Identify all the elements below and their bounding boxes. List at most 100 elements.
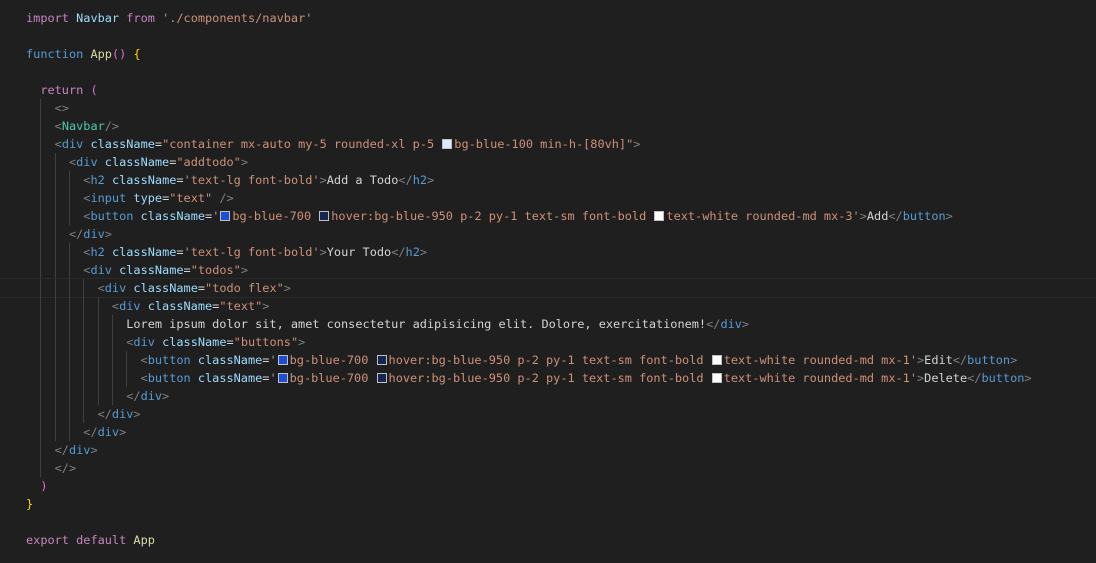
code-line[interactable]: <h2 className='text-lg font-bold'>Your T… [0, 243, 1096, 261]
indent-guide [54, 261, 56, 279]
color-swatch [277, 355, 288, 365]
indent-guide [40, 387, 42, 405]
color-swatch [277, 373, 288, 383]
code-line[interactable]: export default App [0, 531, 1096, 549]
indent-guide [68, 369, 70, 387]
indent-guide [68, 279, 70, 297]
code-line[interactable]: <div className="buttons"> [0, 333, 1096, 351]
code-area[interactable]: import Navbar from './components/navbar'… [0, 9, 1096, 549]
line-text: <h2 className='text-lg font-bold'>Add a … [83, 173, 435, 187]
code-line[interactable]: </div> [0, 225, 1096, 243]
indent-guide [68, 405, 70, 423]
indent-guide [83, 297, 85, 315]
code-line[interactable]: </div> [0, 423, 1096, 441]
indent-guide [83, 279, 85, 297]
code-line[interactable]: <button className=' bg-blue-700 hover:bg-… [0, 369, 1096, 387]
line-text: <> [54, 101, 69, 115]
indent-guide [40, 117, 42, 135]
code-line-active[interactable]: <div className="todo flex"> [0, 278, 1096, 298]
line-text: </div> [68, 227, 112, 241]
indent-guide [68, 333, 70, 351]
line-text: import Navbar from './components/navbar' [26, 11, 313, 25]
indent-guide [68, 207, 70, 225]
line-text: <h2 className='text-lg font-bold'>Your T… [83, 245, 428, 259]
line-text: } [26, 497, 34, 511]
color-swatch [711, 355, 722, 365]
indent-guide [83, 369, 85, 387]
color-swatch [711, 373, 722, 383]
code-line[interactable]: <h2 className='text-lg font-bold'>Add a … [0, 171, 1096, 189]
indent-guide [40, 405, 42, 423]
line-text: <div className="container mx-auto my-5 r… [54, 137, 641, 151]
line-text: </div> [54, 443, 98, 457]
code-line[interactable]: return ( [0, 81, 1096, 99]
indent-guide [97, 351, 99, 369]
code-line[interactable]: <input type="text" /> [0, 189, 1096, 207]
indent-guide [40, 171, 42, 189]
code-line[interactable] [0, 63, 1096, 81]
indent-guide [54, 171, 56, 189]
code-line[interactable] [0, 513, 1096, 531]
code-line[interactable]: Lorem ipsum dolor sit, amet consectetur … [0, 315, 1096, 333]
code-line[interactable]: </> [0, 459, 1096, 477]
indent-guide [97, 333, 99, 351]
code-line[interactable] [0, 27, 1096, 45]
code-line[interactable]: } [0, 495, 1096, 513]
indent-guide [54, 207, 56, 225]
code-line[interactable]: </div> [0, 387, 1096, 405]
code-line[interactable]: ) [0, 477, 1096, 495]
indent-guide [83, 315, 85, 333]
indent-guide [40, 315, 42, 333]
indent-guide [54, 225, 56, 243]
indent-guide [111, 387, 113, 405]
indent-guide [40, 135, 42, 153]
indent-guide [83, 351, 85, 369]
indent-guide [40, 297, 42, 315]
code-line[interactable]: <div className="todos"> [0, 261, 1096, 279]
code-editor[interactable]: import Navbar from './components/navbar'… [0, 0, 1096, 563]
indent-guide [54, 423, 56, 441]
code-line[interactable]: <button className=' bg-blue-700 hover:bg-… [0, 207, 1096, 225]
indent-guide [54, 297, 56, 315]
color-swatch [376, 373, 387, 383]
line-text: <button className=' bg-blue-700 hover:bg-… [140, 353, 1018, 367]
indent-guide [68, 189, 70, 207]
indent-guide [111, 369, 113, 387]
indent-guide [68, 387, 70, 405]
indent-guide [40, 351, 42, 369]
code-line[interactable]: function App() { [0, 45, 1096, 63]
line-text: Lorem ipsum dolor sit, amet consectetur … [126, 317, 750, 331]
line-text: <div className="text"> [111, 299, 270, 313]
indent-guide [40, 333, 42, 351]
indent-guide [54, 315, 56, 333]
indent-guide [54, 189, 56, 207]
code-line[interactable]: </div> [0, 405, 1096, 423]
indent-guide [111, 333, 113, 351]
indent-guide [40, 369, 42, 387]
indent-guide [40, 153, 42, 171]
code-line[interactable]: <div className="addtodo"> [0, 153, 1096, 171]
indent-guide [83, 333, 85, 351]
code-line[interactable]: <Navbar/> [0, 117, 1096, 135]
line-text: </> [54, 461, 77, 475]
code-line[interactable]: <> [0, 99, 1096, 117]
indent-guide [97, 369, 99, 387]
code-line[interactable]: import Navbar from './components/navbar' [0, 9, 1096, 27]
code-line[interactable]: <button className=' bg-blue-700 hover:bg-… [0, 351, 1096, 369]
code-line[interactable]: <div className="container mx-auto my-5 r… [0, 135, 1096, 153]
indent-guide [68, 315, 70, 333]
indent-guide [111, 315, 113, 333]
indent-guide [97, 297, 99, 315]
code-line[interactable]: <div className="text"> [0, 297, 1096, 315]
line-text: <div className="todos"> [83, 263, 249, 277]
indent-guide [40, 189, 42, 207]
color-swatch [220, 211, 231, 221]
line-text: <input type="text" /> [83, 191, 234, 205]
line-text: <button className=' bg-blue-700 hover:bg-… [83, 209, 953, 223]
code-line[interactable]: </div> [0, 441, 1096, 459]
indent-guide [40, 459, 42, 477]
line-text: return ( [40, 83, 98, 97]
indent-guide [40, 279, 42, 297]
indent-guide [83, 405, 85, 423]
indent-guide [68, 243, 70, 261]
